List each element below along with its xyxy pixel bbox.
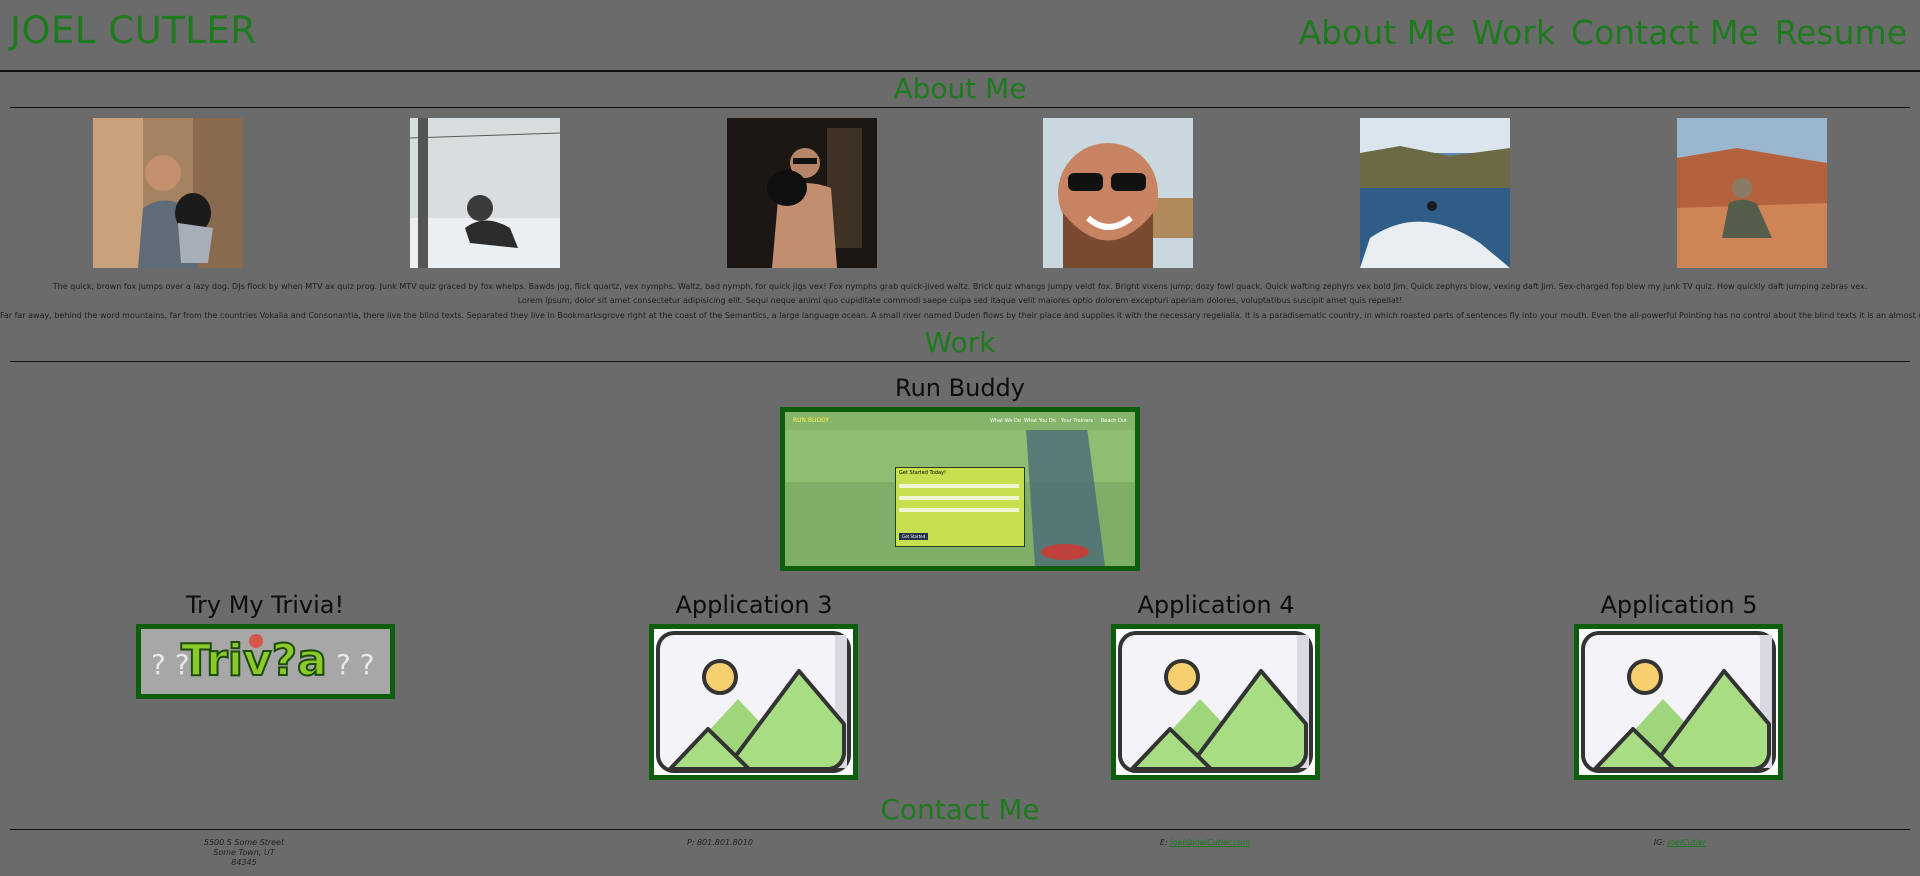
instagram-link[interactable]: JoelCutler: [1668, 838, 1707, 847]
form-field-1: [899, 484, 1019, 488]
contact-address: 5500 S Some Street Some Town, UT 84345: [184, 838, 304, 868]
site-title: JOEL CUTLER: [10, 9, 257, 52]
about-title: About Me: [893, 72, 1027, 105]
svg-text:? ?: ? ?: [336, 648, 375, 681]
image-placeholder-icon: [1581, 631, 1776, 773]
nav-about-me[interactable]: About Me: [1299, 13, 1456, 52]
work-divider: [10, 361, 1910, 362]
contact-email: E: Joel@JoelCutler.com: [1130, 838, 1280, 848]
form-field-3: [899, 508, 1019, 512]
nav-work[interactable]: Work: [1471, 13, 1555, 52]
address-line-1: 5500 S Some Street: [203, 838, 285, 847]
run-buddy-form-title: Get Started Today!: [899, 470, 947, 476]
contact-instagram: IG: JoelCutler: [1620, 838, 1740, 848]
run-buddy-submit: Get Started: [899, 533, 929, 540]
contact-phone: P: 801.801.8010: [687, 838, 753, 847]
about-paragraph-2: Lorem ipsum, dolor sit amet consectetur …: [517, 296, 1403, 305]
work-title: Work: [924, 326, 996, 359]
contact-title: Contact Me: [880, 793, 1040, 826]
project-title-trivia: Try My Trivia!: [185, 591, 345, 619]
nav-contact-me[interactable]: Contact Me: [1571, 13, 1759, 52]
site-header: JOEL CUTLER About Me Work Contact Me Res…: [0, 0, 1920, 72]
trivia-link[interactable]: ? ? ? ? Triv?a: [136, 624, 395, 699]
about-photo-2: [410, 118, 560, 268]
about-photo-1: [93, 118, 243, 268]
run-buddy-link[interactable]: RUN BUDDY What We Do What You Do Your Tr…: [780, 407, 1140, 571]
form-field-2: [899, 496, 1019, 500]
about-paragraph-3: Far far away, behind the word mountains,…: [0, 311, 1920, 320]
application-3-link[interactable]: [649, 624, 858, 780]
featured-project-title: Run Buddy: [895, 374, 1025, 402]
address-line-3: 84345: [231, 858, 257, 867]
ig-label: IG:: [1653, 838, 1668, 847]
application-5-link[interactable]: [1574, 624, 1783, 780]
address-line-2: Some Town, UT: [213, 848, 275, 857]
contact-divider: [10, 829, 1910, 830]
about-photo-4: [1043, 118, 1193, 268]
main-nav: About Me Work Contact Me Resume: [1299, 13, 1907, 52]
run-buddy-nav-3: Your Trainers: [1061, 418, 1093, 424]
about-photo-3: [727, 118, 877, 268]
application-4-link[interactable]: [1111, 624, 1320, 780]
trivia-banner-text: Triv?a: [180, 634, 328, 687]
project-title-application-5: Application 5: [1600, 591, 1758, 619]
nav-resume[interactable]: Resume: [1775, 13, 1907, 52]
project-title-application-4: Application 4: [1137, 591, 1295, 619]
email-label: E:: [1159, 838, 1171, 847]
image-placeholder-icon: [1118, 631, 1313, 773]
run-buddy-form: Get Started Today! Get Started: [895, 467, 1025, 547]
about-photo-6: [1677, 118, 1827, 268]
about-paragraph-1: The quick, brown fox jumps over a lazy d…: [52, 282, 1868, 291]
run-buddy-brand: RUN BUDDY: [793, 417, 830, 424]
run-buddy-nav-1: What We Do: [990, 418, 1021, 424]
run-buddy-nav-2: What You Do: [1024, 418, 1056, 424]
image-placeholder-icon: [656, 631, 851, 773]
email-link[interactable]: Joel@JoelCutler.com: [1170, 838, 1250, 847]
project-title-application-3: Application 3: [675, 591, 833, 619]
about-photo-5: [1360, 118, 1510, 268]
run-buddy-nav-4: Reach Out: [1101, 418, 1127, 424]
about-divider: [10, 107, 1910, 108]
